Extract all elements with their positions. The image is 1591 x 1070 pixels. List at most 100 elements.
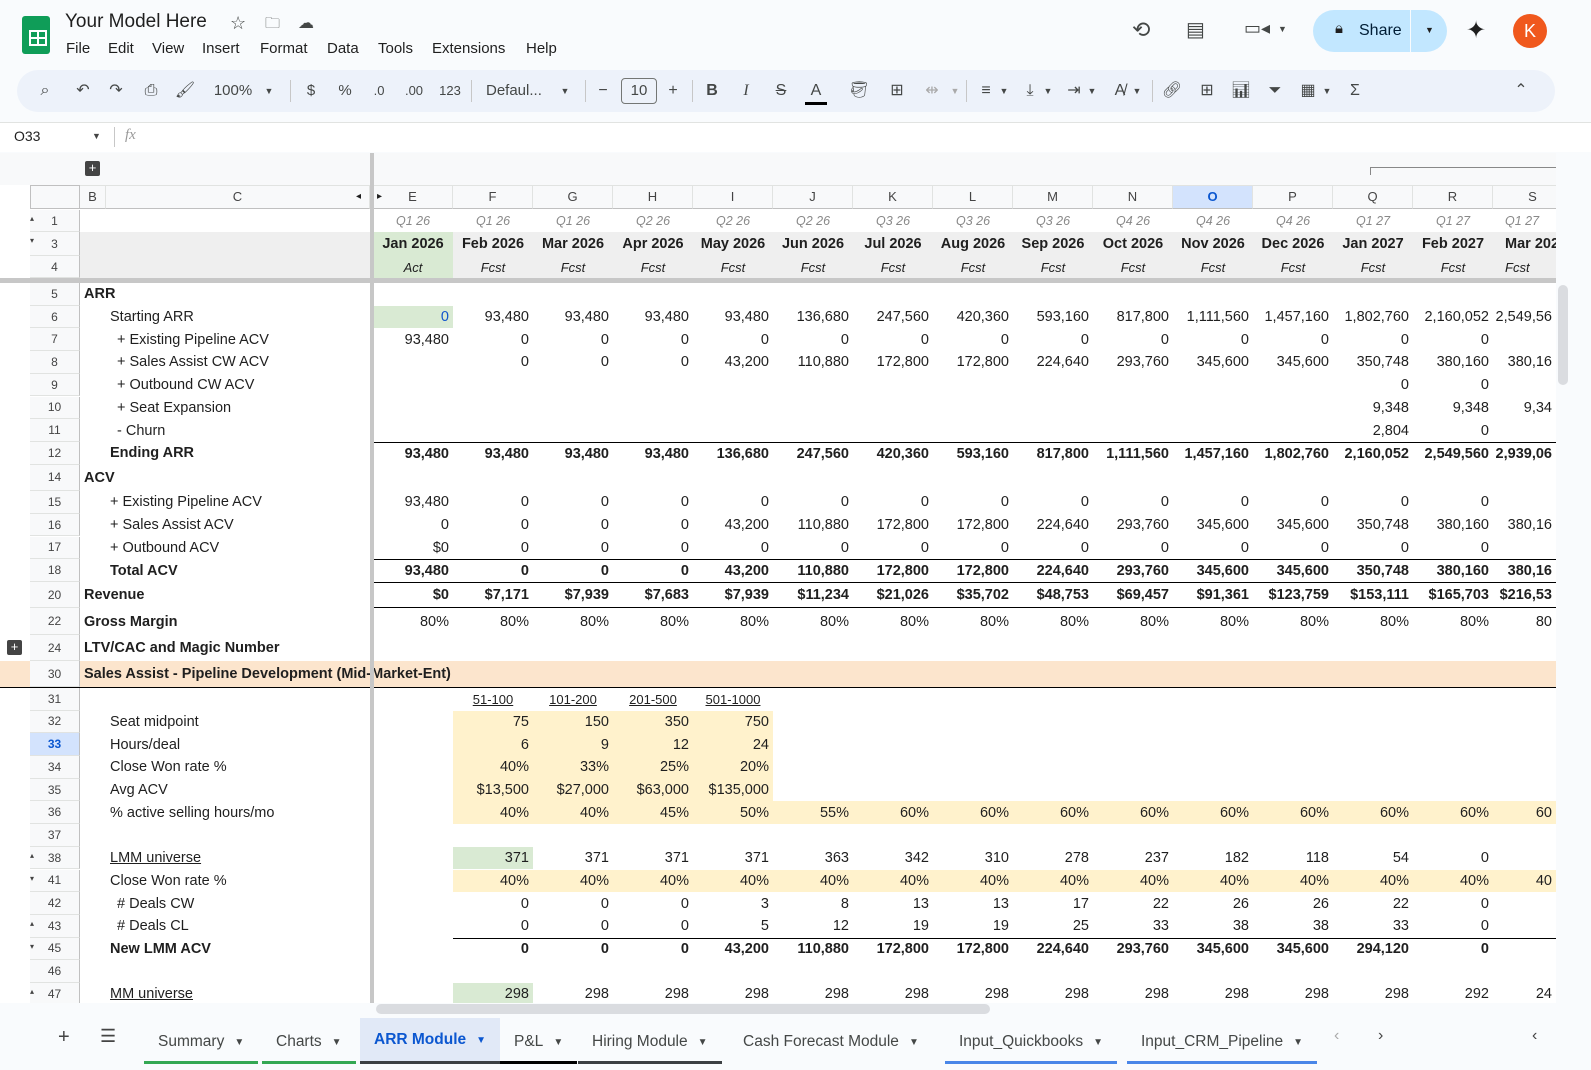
data-cell[interactable]: $0 bbox=[373, 581, 453, 609]
data-cell[interactable]: 13 bbox=[853, 892, 933, 915]
data-cell[interactable]: 80% bbox=[853, 608, 933, 635]
data-cell[interactable]: 12 bbox=[773, 915, 853, 938]
data-cell[interactable]: 363 bbox=[773, 847, 853, 870]
data-cell[interactable]: 0 bbox=[693, 491, 773, 514]
expand-column-group-button[interactable]: + bbox=[85, 161, 100, 176]
data-cell[interactable]: 6 bbox=[453, 733, 533, 756]
data-cell[interactable] bbox=[1493, 937, 1556, 961]
data-cell[interactable]: 380,160 bbox=[1413, 514, 1493, 537]
data-cell[interactable]: 150 bbox=[533, 710, 613, 734]
data-cell[interactable]: 93,480 bbox=[373, 559, 453, 582]
header-cell[interactable]: Act bbox=[373, 256, 453, 278]
data-cell[interactable]: 40% bbox=[1093, 869, 1173, 893]
data-cell[interactable]: $63,000 bbox=[613, 778, 693, 802]
data-cell[interactable]: 0 bbox=[1173, 537, 1253, 560]
row-number[interactable]: 31 bbox=[30, 687, 80, 711]
header-cell[interactable]: May 2026 bbox=[693, 232, 773, 256]
data-cell[interactable]: 371 bbox=[613, 847, 693, 870]
data-cell[interactable]: 172,800 bbox=[853, 937, 933, 961]
data-cell[interactable]: 8 bbox=[773, 892, 853, 915]
data-cell[interactable]: 0 bbox=[453, 514, 533, 537]
header-cell[interactable]: Q1 27 bbox=[1333, 210, 1413, 232]
data-cell[interactable]: 0 bbox=[1413, 537, 1493, 560]
italic-button[interactable]: I bbox=[736, 80, 756, 102]
data-cell[interactable]: 298 bbox=[1333, 983, 1413, 1003]
gemini-icon[interactable]: ✦ bbox=[1466, 16, 1486, 45]
data-cell[interactable]: 40% bbox=[853, 869, 933, 893]
data-cell[interactable] bbox=[373, 938, 453, 961]
data-cell[interactable]: $27,000 bbox=[533, 778, 613, 802]
meet-icon[interactable]: ▭◂ bbox=[1244, 18, 1270, 39]
sheet-tab-charts[interactable]: Charts ▼ bbox=[262, 1026, 356, 1064]
data-cell[interactable]: 0 bbox=[1333, 491, 1413, 514]
data-cell[interactable]: 101-200 bbox=[533, 688, 613, 711]
column-header-c[interactable]: C bbox=[106, 185, 370, 209]
data-cell[interactable]: 0 bbox=[613, 351, 693, 374]
menu-edit[interactable]: Edit bbox=[108, 40, 134, 57]
data-cell[interactable]: 0 bbox=[533, 514, 613, 537]
data-cell[interactable] bbox=[613, 374, 693, 397]
meet-dropdown-icon[interactable]: ▼ bbox=[1278, 24, 1287, 34]
data-cell[interactable]: 38 bbox=[1253, 915, 1333, 938]
data-cell[interactable]: 247,560 bbox=[773, 441, 853, 465]
row-number[interactable]: 4 bbox=[30, 256, 80, 278]
column-header-r[interactable]: R bbox=[1413, 185, 1493, 209]
font-size-input[interactable]: 10 bbox=[621, 78, 657, 104]
row-number[interactable]: 22 bbox=[30, 608, 80, 635]
sheet-tab-input-crm-pipeline[interactable]: Input_CRM_Pipeline ▼ bbox=[1127, 1026, 1318, 1064]
data-cell[interactable]: 0 bbox=[453, 351, 533, 374]
data-cell[interactable]: $13,500 bbox=[453, 778, 533, 802]
scroll-tabs-right-icon[interactable]: › bbox=[1378, 1027, 1383, 1045]
expand-row-group-icon[interactable]: ▾ bbox=[30, 236, 40, 245]
expand-row-group-button[interactable]: + bbox=[7, 639, 22, 655]
data-cell[interactable]: 0 bbox=[1413, 374, 1493, 397]
header-cell[interactable]: Apr 2026 bbox=[613, 232, 693, 256]
collapse-column-c-icon[interactable]: ◂ bbox=[356, 191, 361, 202]
fill-color-icon[interactable]: 🪣︎ bbox=[848, 80, 870, 102]
sheet-tab-arr-module[interactable]: ARR Module ▼ bbox=[360, 1018, 501, 1064]
data-cell[interactable]: 0 bbox=[533, 328, 613, 351]
data-cell[interactable]: 40% bbox=[453, 801, 533, 825]
data-cell[interactable] bbox=[693, 419, 773, 442]
data-cell[interactable]: 40 bbox=[1493, 869, 1556, 893]
data-cell[interactable]: 33 bbox=[1093, 915, 1173, 938]
data-cell[interactable]: $7,939 bbox=[693, 581, 773, 609]
data-cell[interactable] bbox=[1493, 847, 1556, 870]
header-cell[interactable]: Jan 2026 bbox=[373, 232, 453, 256]
data-cell[interactable]: 371 bbox=[533, 847, 613, 870]
data-cell[interactable]: 380,160 bbox=[1413, 351, 1493, 374]
data-cell[interactable] bbox=[1253, 397, 1333, 420]
data-cell[interactable]: 0 bbox=[773, 328, 853, 351]
row-number[interactable]: 42 bbox=[30, 892, 80, 915]
column-header-s[interactable]: S bbox=[1493, 185, 1556, 209]
header-cell[interactable]: Q1 27 bbox=[1493, 210, 1556, 232]
data-cell[interactable]: 80% bbox=[453, 608, 533, 635]
menu-data[interactable]: Data bbox=[327, 40, 359, 57]
header-cell[interactable]: Q2 26 bbox=[773, 210, 853, 232]
avatar[interactable]: K bbox=[1513, 14, 1547, 48]
data-cell[interactable]: $153,111 bbox=[1333, 581, 1413, 609]
data-cell[interactable] bbox=[453, 419, 533, 442]
data-cell[interactable]: 3 bbox=[693, 892, 773, 915]
header-cell[interactable]: Fcst bbox=[1493, 256, 1556, 278]
data-cell[interactable]: 93,480 bbox=[533, 306, 613, 329]
data-cell[interactable] bbox=[373, 756, 453, 779]
data-cell[interactable] bbox=[373, 983, 453, 1003]
data-cell[interactable] bbox=[1093, 419, 1173, 442]
font-select[interactable]: Defaul... bbox=[486, 80, 550, 102]
header-cell[interactable]: Sep 2026 bbox=[1013, 232, 1093, 256]
header-cell[interactable]: Q1 26 bbox=[373, 210, 453, 232]
data-cell[interactable]: 345,600 bbox=[1253, 937, 1333, 961]
data-cell[interactable]: 172,800 bbox=[933, 514, 1013, 537]
strikethrough-button[interactable]: S bbox=[771, 80, 791, 102]
data-cell[interactable]: 0 bbox=[533, 915, 613, 938]
data-cell[interactable]: 93,480 bbox=[693, 306, 773, 329]
data-cell[interactable]: 43,200 bbox=[693, 937, 773, 961]
data-cell[interactable]: 12 bbox=[613, 733, 693, 756]
data-cell[interactable]: $91,361 bbox=[1173, 581, 1253, 609]
data-cell[interactable]: 43,200 bbox=[693, 351, 773, 374]
data-cell[interactable]: $123,759 bbox=[1253, 581, 1333, 609]
data-cell[interactable]: 2,160,052 bbox=[1413, 306, 1493, 329]
data-cell[interactable] bbox=[1093, 374, 1173, 397]
data-cell[interactable]: 40% bbox=[933, 869, 1013, 893]
